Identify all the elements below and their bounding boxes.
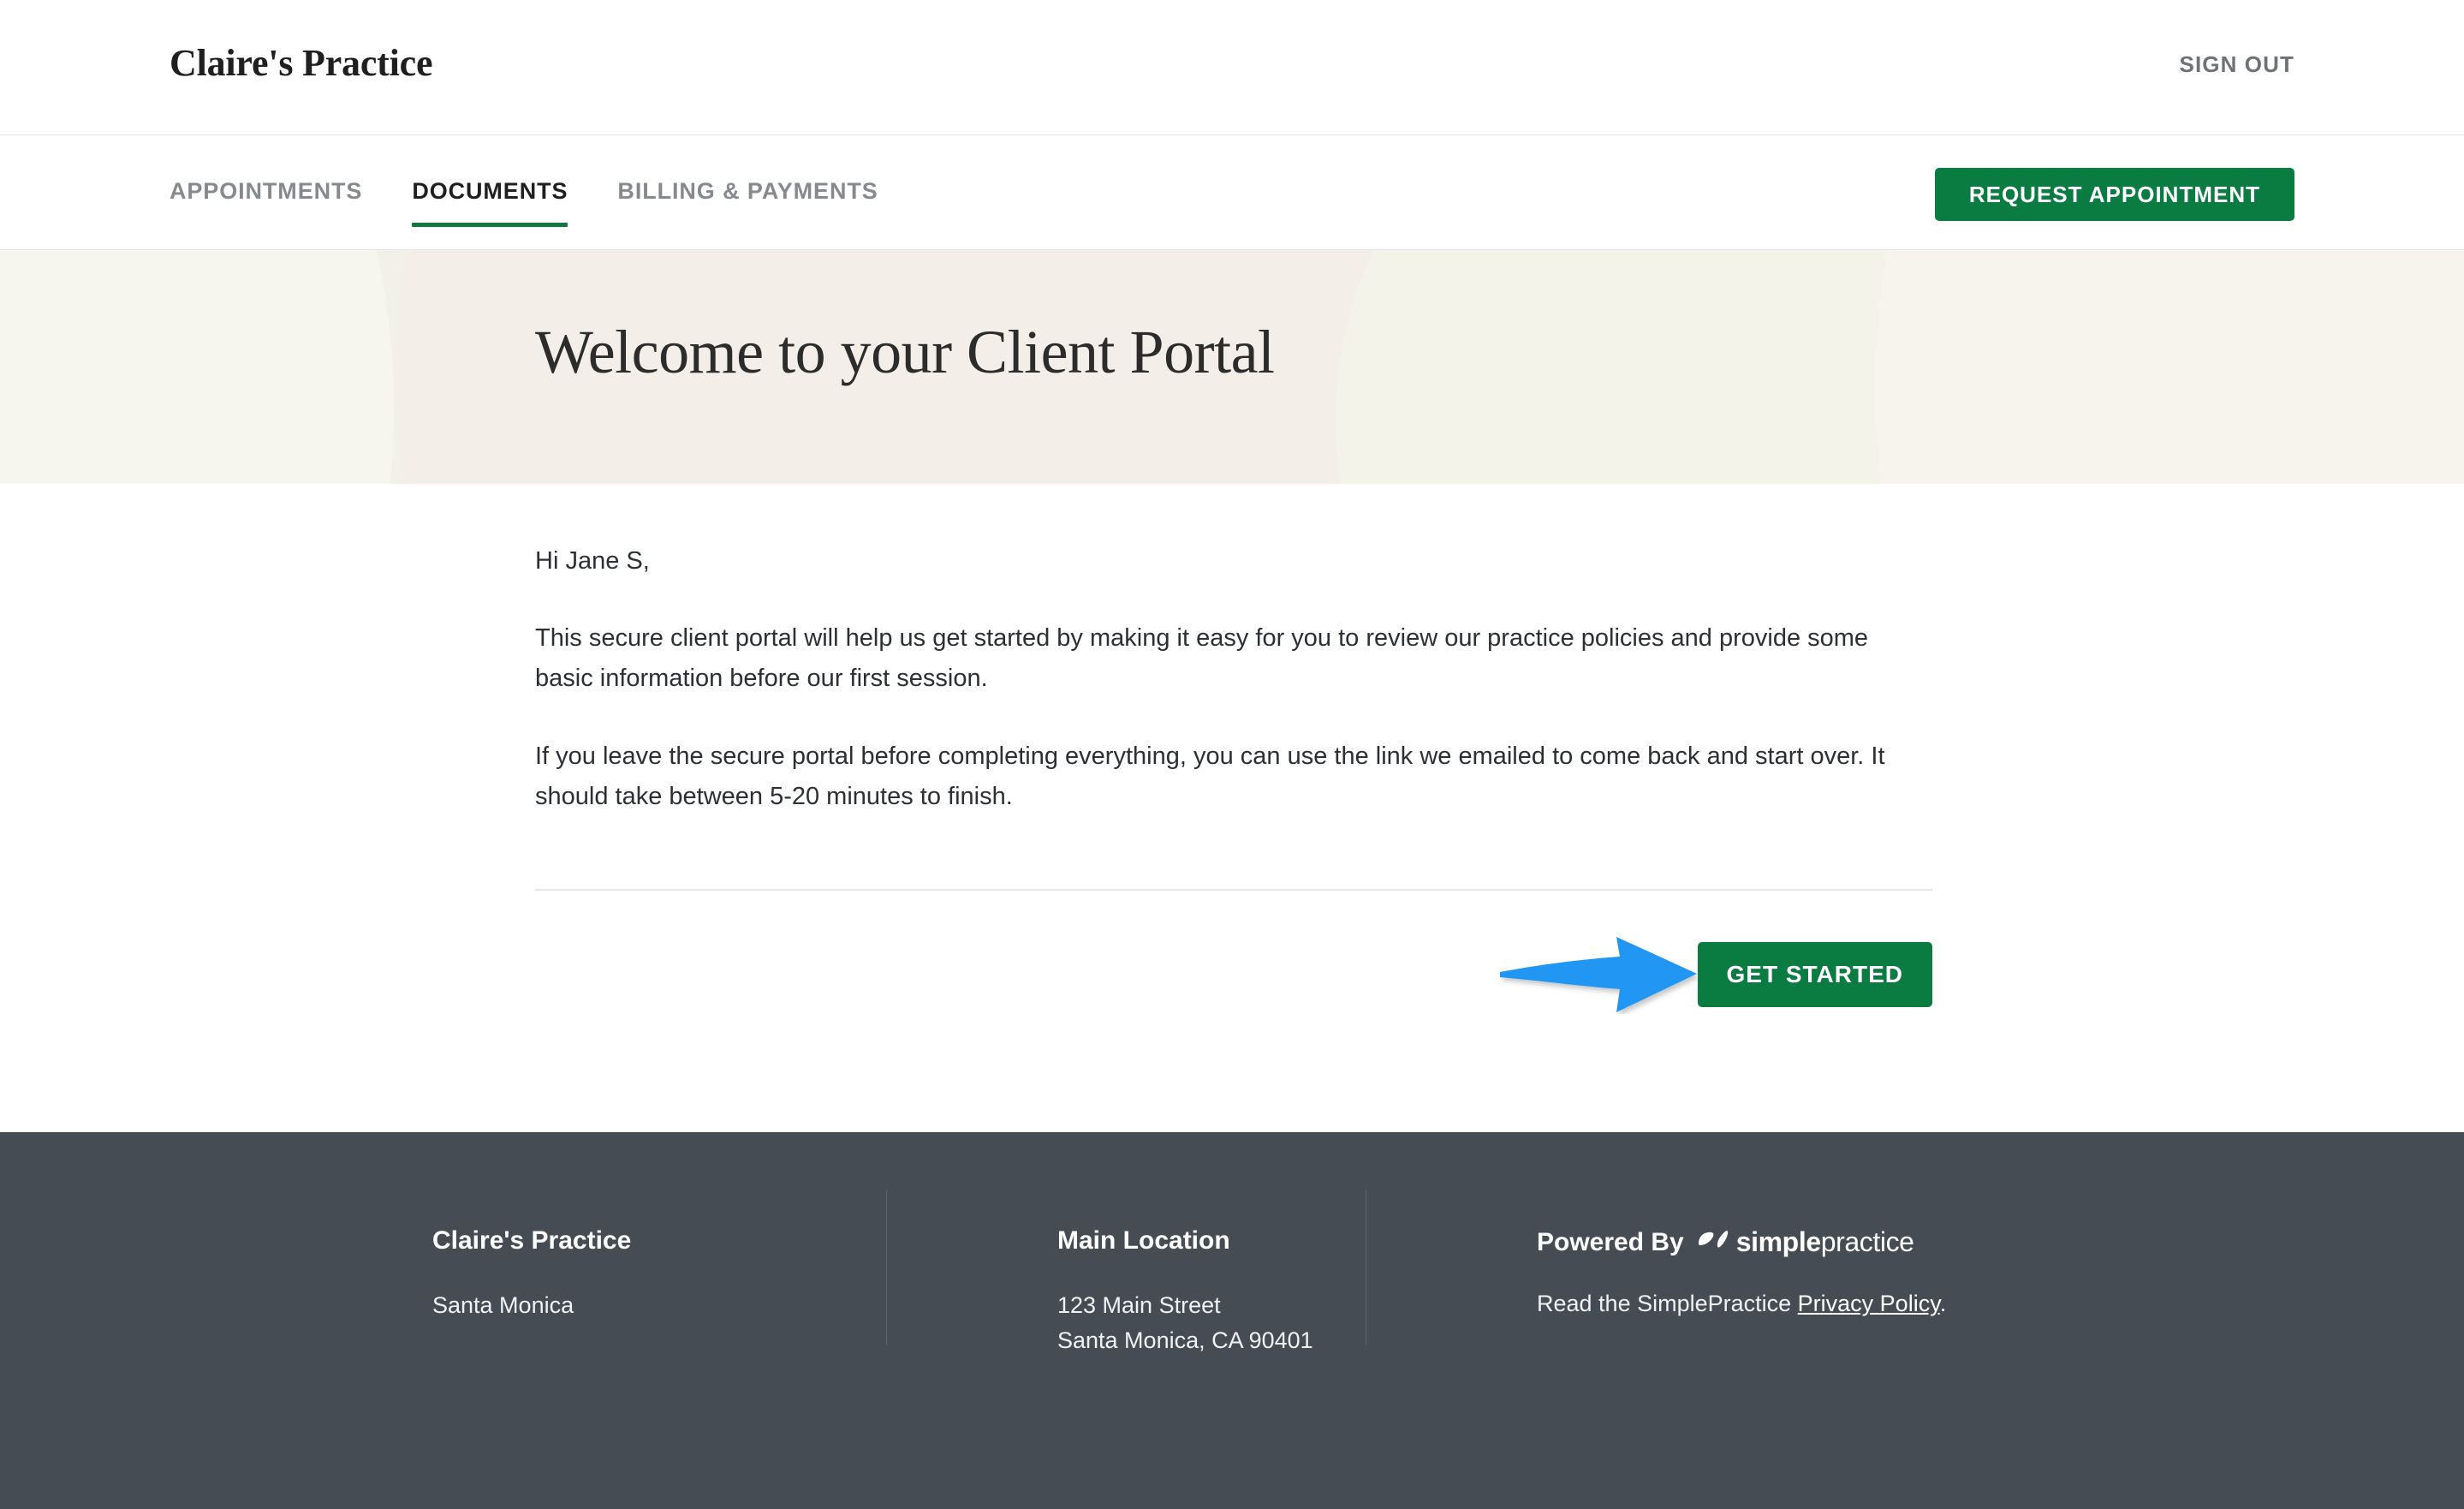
get-started-button[interactable]: GET STARTED: [1697, 942, 1932, 1007]
top-bar: Claire's Practice SIGN OUT: [0, 0, 2464, 135]
footer-location-citystate: Santa Monica, CA 90401: [1057, 1327, 1313, 1354]
privacy-policy-line: Read the SimplePractice Privacy Policy.: [1537, 1291, 2050, 1317]
tab-documents[interactable]: DOCUMENTS: [412, 178, 568, 227]
request-appointment-button[interactable]: REQUEST APPOINTMENT: [1934, 168, 2294, 221]
intro-paragraph-1: This secure client portal will help us g…: [535, 623, 1869, 692]
hero-decorative-shape-4: [1875, 250, 2464, 484]
powered-by-label: Powered By: [1537, 1227, 1684, 1256]
practice-logo[interactable]: Claire's Practice: [170, 41, 433, 85]
footer-practice-city: Santa Monica: [432, 1292, 574, 1318]
powered-by-row: Powered By simplepractice: [1537, 1226, 2050, 1258]
footer-location-street: 123 Main Street: [1057, 1292, 1221, 1318]
annotation-arrow-icon: [1500, 937, 1697, 1012]
tab-appointments[interactable]: APPOINTMENTS: [170, 178, 362, 208]
sign-out-button[interactable]: SIGN OUT: [2180, 51, 2294, 78]
intro-paragraph-2: If you leave the secure portal before co…: [535, 742, 1885, 810]
client-portal-page: Claire's Practice SIGN OUT APPOINTMENTS …: [0, 0, 2464, 1509]
cta-row: GET STARTED: [535, 937, 1932, 1019]
footer-location-heading: Main Location: [1057, 1226, 1230, 1255]
main-content: Hi Jane S, This secure client portal wil…: [535, 484, 1932, 817]
hero-decorative-shape-1: [0, 250, 394, 484]
hero-banner: Welcome to your Client Portal: [0, 250, 2464, 484]
nav-item-list: APPOINTMENTS DOCUMENTS BILLING & PAYMENT…: [170, 136, 878, 250]
greeting-text: Hi Jane S,: [535, 547, 650, 575]
footer-divider-1: [886, 1190, 887, 1345]
sp-word-practice: practice: [1820, 1226, 1914, 1257]
primary-nav-bar: APPOINTMENTS DOCUMENTS BILLING & PAYMENT…: [0, 136, 2464, 250]
tab-billing-payments[interactable]: BILLING & PAYMENTS: [617, 178, 878, 208]
simplepractice-leaf-icon: [1698, 1230, 1728, 1248]
footer-location-column: Main Location 123 Main Street Santa Moni…: [886, 1190, 1366, 1358]
content-divider: [535, 889, 1932, 891]
site-footer: Claire's Practice Santa Monica Main Loca…: [0, 1132, 2464, 1509]
footer-columns: Claire's Practice Santa Monica Main Loca…: [432, 1190, 2050, 1358]
privacy-suffix-text: .: [1939, 1291, 1947, 1316]
simplepractice-wordmark: simplepractice: [1736, 1226, 1914, 1258]
sp-word-simple: simple: [1735, 1226, 1821, 1257]
privacy-prefix-text: Read the SimplePractice: [1537, 1291, 1798, 1316]
privacy-policy-link[interactable]: Privacy Policy: [1798, 1291, 1940, 1316]
footer-practice-heading: Claire's Practice: [432, 1226, 632, 1255]
footer-practice-column: Claire's Practice Santa Monica: [432, 1226, 886, 1323]
footer-powered-column: Powered By simplepractice Read the Simpl…: [1366, 1190, 2050, 1345]
page-title: Welcome to your Client Portal: [535, 318, 1275, 386]
simplepractice-logo: simplepractice: [1696, 1226, 1914, 1258]
